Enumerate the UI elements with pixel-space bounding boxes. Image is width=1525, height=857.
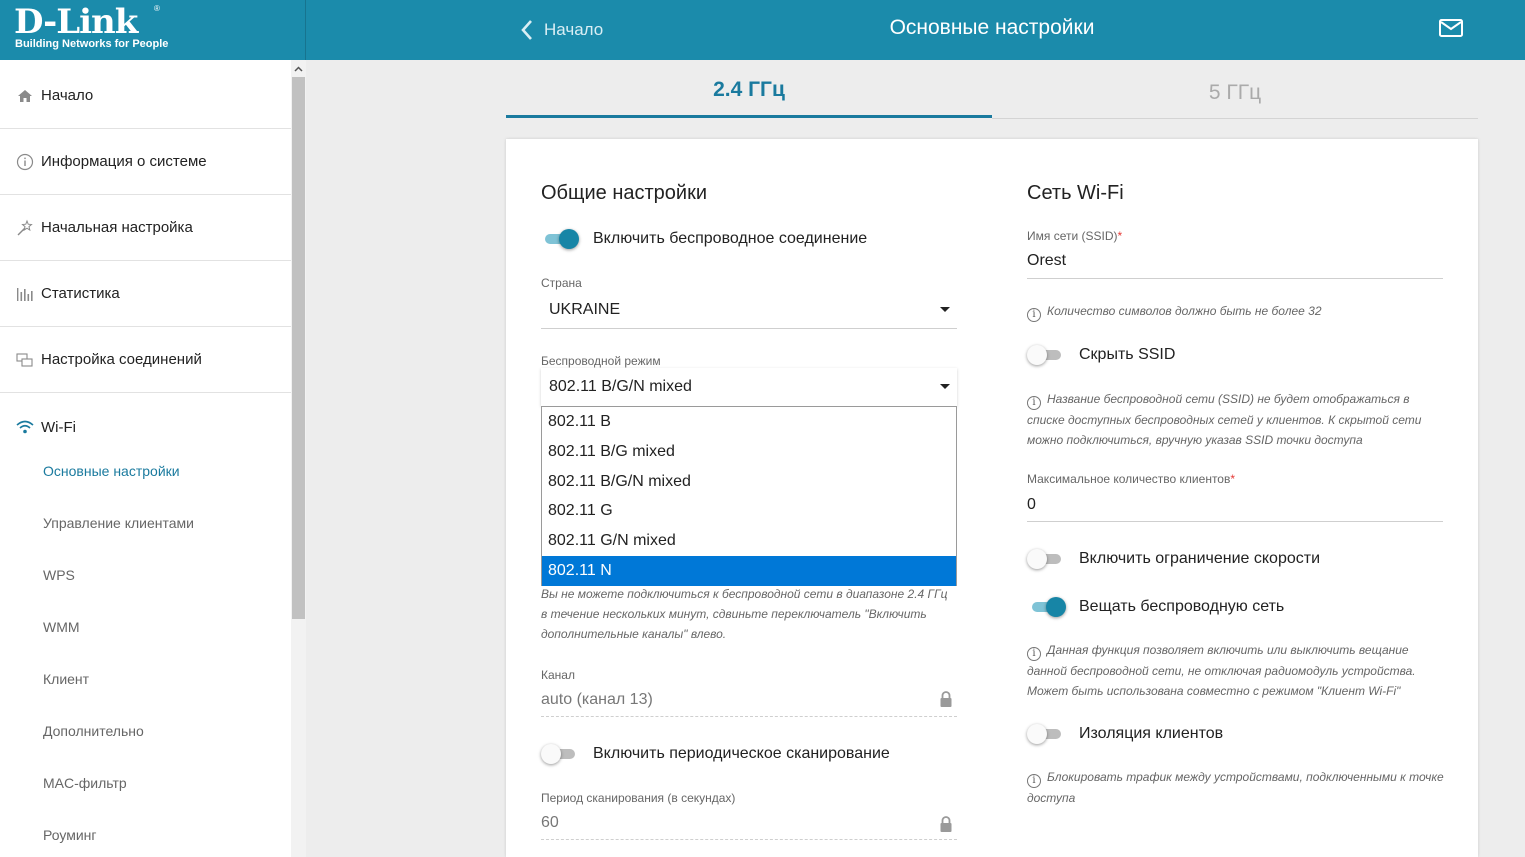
sidebar-subitem-client[interactable]: Клиент xyxy=(43,671,89,687)
sidebar-item-statistics[interactable]: Статистика xyxy=(0,261,291,327)
broadcast-hint: i Данная функция позволяет включить или в… xyxy=(1027,643,1416,698)
ssid-input[interactable]: Orest xyxy=(1027,252,1066,270)
sidebar-item-home[interactable]: Начало xyxy=(0,63,291,129)
wireless-mode-select[interactable]: 802.11 B/G/N mixed xyxy=(541,368,957,406)
scan-period-value: 60 xyxy=(541,814,559,831)
chevron-down-icon xyxy=(940,384,950,389)
sidebar-subitem-wmm[interactable]: WMM xyxy=(43,619,80,635)
sidebar-item-wifi[interactable]: Wi-Fi xyxy=(0,394,291,460)
scan-period-label: Период сканирования (в секундах) xyxy=(541,791,736,805)
ssid-label: Имя сети (SSID)* xyxy=(1027,229,1123,243)
info-icon: i xyxy=(1027,396,1041,410)
sidebar-item-label: Статистика xyxy=(41,285,120,302)
page-title: Основные настройки xyxy=(889,16,1095,39)
scrollbar-thumb[interactable] xyxy=(292,77,305,619)
max-clients-input[interactable]: 0 xyxy=(1027,496,1036,514)
dropdown-option[interactable]: 802.11 B/G mixed xyxy=(542,437,956,467)
mail-icon[interactable] xyxy=(1438,17,1466,41)
wizard-icon xyxy=(15,218,35,238)
sidebar-scrollbar[interactable] xyxy=(291,60,306,857)
speed-limit-label: Включить ограничение скорости xyxy=(1079,550,1321,567)
sidebar-subitem-roaming[interactable]: Роуминг xyxy=(43,827,96,843)
hint-line: дополнительные каналы" влево. xyxy=(541,627,727,641)
broadcast-label: Вещать беспроводную сеть xyxy=(1079,598,1285,615)
sidebar-subitem-mac-filter[interactable]: MAC-фильтр xyxy=(43,775,127,791)
channel-underline xyxy=(541,716,957,717)
info-icon xyxy=(15,152,35,172)
sidebar-subitem-wps[interactable]: WPS xyxy=(43,567,75,583)
dropdown-option[interactable]: 802.11 B/G/N mixed xyxy=(542,467,956,497)
wireless-mode-dropdown: 802.11 B 802.11 B/G mixed 802.11 B/G/N m… xyxy=(541,406,957,586)
sidebar-subitem-client-management[interactable]: Управление клиентами xyxy=(43,515,194,531)
dropdown-option[interactable]: 802.11 B xyxy=(542,407,956,437)
chevron-down-icon[interactable] xyxy=(940,307,950,312)
back-label: Начало xyxy=(544,20,604,39)
channel-value: auto (канал 13) xyxy=(541,691,653,708)
lock-icon xyxy=(940,816,952,832)
tab-5ghz[interactable]: 5 ГГц xyxy=(992,81,1478,119)
country-label: Страна xyxy=(541,276,582,290)
enable-wireless-label: Включить беспроводное соединение xyxy=(593,230,868,247)
wireless-mode-label: Беспроводной режим xyxy=(541,354,661,368)
hint-line: в течение нескольких минут, сдвиньте пер… xyxy=(541,607,927,621)
dropdown-option-selected[interactable]: 802.11 N xyxy=(542,556,956,586)
logo-tagline: Building Networks for People xyxy=(15,38,169,50)
logo-trademark: ® xyxy=(154,4,160,13)
home-icon xyxy=(15,86,35,106)
general-settings-title: Общие настройки xyxy=(541,182,707,204)
wireless-mode-value: 802.11 B/G/N mixed xyxy=(549,378,692,395)
enable-wireless-toggle[interactable] xyxy=(543,228,579,250)
periodic-scan-toggle[interactable] xyxy=(541,743,577,765)
sidebar-item-system-info[interactable]: Информация о системе xyxy=(0,129,291,195)
settings-panel: Общие настройки Включить беспроводное со… xyxy=(506,139,1478,857)
hide-ssid-hint: i Название беспроводной сети (SSID) не бу… xyxy=(1027,392,1422,447)
periodic-scan-label: Включить периодическое сканирование xyxy=(593,745,890,762)
channel-label: Канал xyxy=(541,668,575,682)
logo-text: D-Link xyxy=(14,2,138,42)
ssid-underline xyxy=(1027,278,1443,279)
channel-hint: Вы не можете подключиться к беспроводной… xyxy=(541,584,971,644)
info-icon: i xyxy=(1027,308,1041,322)
info-icon: i xyxy=(1027,647,1041,661)
hide-ssid-label: Скрыть SSID xyxy=(1079,346,1176,363)
hide-ssid-toggle[interactable] xyxy=(1027,344,1063,366)
sidebar-item-label: Настройка соединений xyxy=(41,351,202,368)
isolation-hint: i Блокировать трафик между устройствами, … xyxy=(1027,770,1444,805)
sidebar-item-label: Начало xyxy=(41,87,94,104)
max-clients-label: Максимальное количество клиентов* xyxy=(1027,472,1236,486)
country-underline xyxy=(541,328,957,329)
scroll-up-arrow-icon[interactable] xyxy=(291,60,306,77)
broadcast-toggle[interactable] xyxy=(1030,596,1066,618)
dropdown-option[interactable]: 802.11 G xyxy=(542,496,956,526)
sidebar-subitem-basic-settings[interactable]: Основные настройки xyxy=(43,463,180,479)
connections-icon xyxy=(15,350,35,370)
wifi-network-title: Сеть Wi-Fi xyxy=(1027,182,1124,204)
logo[interactable]: D-Link ® Building Networks for People xyxy=(0,0,306,60)
sidebar-item-initial-setup[interactable]: Начальная настройка xyxy=(0,195,291,261)
scan-period-underline xyxy=(541,839,957,840)
sidebar: Начало Информация о системе Начальная на… xyxy=(0,60,291,857)
stats-icon xyxy=(15,284,35,304)
isolation-label: Изоляция клиентов xyxy=(1079,725,1224,742)
ssid-hint: i Количество символов должно быть не боле… xyxy=(1027,301,1322,322)
sidebar-item-label: Начальная настройка xyxy=(41,219,193,236)
sidebar-subitem-advanced[interactable]: Дополнительно xyxy=(43,723,144,739)
sidebar-item-connections[interactable]: Настройка соединений xyxy=(0,327,291,393)
back-link[interactable]: Начало xyxy=(520,17,603,43)
sidebar-item-label: Информация о системе xyxy=(41,153,207,170)
top-bar: D-Link ® Building Networks for People На… xyxy=(0,0,1525,60)
info-icon: i xyxy=(1027,774,1041,788)
dropdown-option[interactable]: 802.11 G/N mixed xyxy=(542,526,956,556)
country-select[interactable]: UKRAINE xyxy=(549,301,620,319)
lock-icon xyxy=(940,691,952,707)
speed-limit-toggle[interactable] xyxy=(1027,548,1063,570)
wifi-icon xyxy=(15,417,35,437)
isolation-toggle[interactable] xyxy=(1027,723,1063,745)
sidebar-item-label: Wi-Fi xyxy=(41,418,76,436)
hint-line: Вы не можете подключиться к беспроводной… xyxy=(541,587,948,601)
max-clients-underline xyxy=(1027,521,1443,522)
tab-2-4ghz[interactable]: 2.4 ГГц xyxy=(506,78,992,118)
chevron-left-icon xyxy=(521,20,532,40)
